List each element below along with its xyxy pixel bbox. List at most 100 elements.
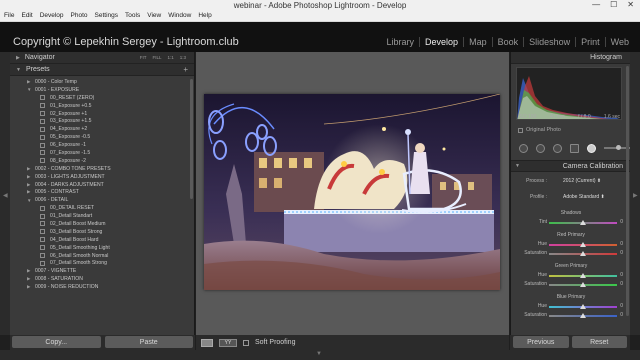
preset-folder[interactable]: ▶ 0002 - COMBO TONE PRESETS (10, 165, 194, 173)
minimize-button[interactable]: — (592, 0, 600, 9)
collapse-triangle-icon[interactable]: ▶ (27, 268, 32, 274)
menu-help[interactable]: Help (198, 12, 211, 19)
preset-item[interactable]: 02_Detail Boost Medium (10, 220, 194, 228)
preset-item[interactable]: 04_Detail Boost Hard (10, 236, 194, 244)
slider-track[interactable] (549, 220, 617, 225)
nav-option-1-1[interactable]: 1:1 (167, 55, 173, 60)
preset-folder[interactable]: ▼ 0001 - EXPOSURE (10, 86, 194, 94)
graduated-filter-tool-icon[interactable] (570, 143, 579, 153)
collapse-triangle-icon[interactable]: ▶ (27, 284, 32, 290)
presets-header[interactable]: ▼ Presets + (10, 64, 194, 76)
preset-item[interactable]: 08_Exposure -2 (10, 157, 194, 165)
module-map[interactable]: Map (463, 37, 492, 47)
menu-photo[interactable]: Photo (71, 12, 88, 19)
nav-option-1-3[interactable]: 1:3 (180, 55, 186, 60)
preset-item[interactable]: 03_Exposure +1.5 (10, 117, 194, 125)
preset-folder[interactable]: ▶ 0005 - CONTRAST (10, 188, 194, 196)
preset-item[interactable]: 01_Detail Standart (10, 212, 194, 220)
slider-value[interactable]: 0 (620, 312, 623, 318)
preset-scrollbar[interactable] (190, 79, 193, 199)
filmstrip-edge[interactable]: ▼ (0, 350, 640, 360)
preset-folder[interactable]: ▶ 0009 - NOISE REDUCTION (10, 283, 194, 291)
slider-track[interactable] (549, 273, 617, 278)
previous-button[interactable]: Previous (513, 336, 569, 348)
original-photo-checkbox[interactable] (518, 127, 523, 133)
menu-tools[interactable]: Tools (125, 12, 140, 19)
preset-item[interactable]: 02_Exposure +1 (10, 110, 194, 118)
preset-item[interactable]: 06_Detail Smooth Normal (10, 252, 194, 260)
process-select[interactable]: 2012 (Current) ⬍ (563, 178, 601, 184)
spot-removal-tool-icon[interactable] (536, 143, 545, 153)
preset-folder[interactable]: ▶ 0003 - LIGHTS ADJUSTMENT (10, 173, 194, 181)
slider-track[interactable] (549, 251, 617, 256)
module-library[interactable]: Library (382, 37, 420, 47)
left-panel-edge[interactable]: ◀ (0, 52, 10, 335)
navigator-header[interactable]: ▶ Navigator FIT FILL 1:1 1:3 (10, 52, 194, 64)
menu-develop[interactable]: Develop (40, 12, 64, 19)
right-panel-scrollbar[interactable] (626, 66, 629, 316)
slider-track[interactable] (549, 282, 617, 287)
preset-folder[interactable]: ▶ 0008 - SATURATION (10, 275, 194, 283)
soft-proofing-checkbox[interactable] (243, 339, 249, 346)
menu-edit[interactable]: Edit (21, 12, 32, 19)
collapse-triangle-icon[interactable]: ▶ (27, 174, 32, 180)
profile-select[interactable]: Adobe Standard ⬍ (563, 194, 605, 200)
right-panel-edge[interactable]: ▶ (630, 52, 640, 335)
preset-item[interactable]: 01_Exposure +0.5 (10, 102, 194, 110)
slider-knob[interactable] (580, 304, 586, 309)
nav-option-fit[interactable]: FIT (140, 55, 147, 60)
slider-knob[interactable] (580, 220, 586, 225)
red-eye-tool-icon[interactable] (553, 143, 562, 153)
slider-knob[interactable] (580, 313, 586, 318)
original-photo-toggle[interactable]: Original Photo (518, 127, 561, 133)
menu-window[interactable]: Window (168, 12, 191, 19)
module-develop[interactable]: Develop (419, 37, 463, 47)
collapse-triangle-icon[interactable]: ▶ (27, 166, 32, 172)
slider-value[interactable]: 0 (620, 272, 623, 278)
module-print[interactable]: Print (575, 37, 605, 47)
preset-item[interactable]: 05_Exposure -0.5 (10, 133, 194, 141)
slider-knob[interactable] (580, 273, 586, 278)
slider-track[interactable] (549, 313, 617, 318)
crop-tool-icon[interactable] (519, 143, 528, 153)
module-book[interactable]: Book (491, 37, 524, 47)
slider-knob[interactable] (580, 251, 586, 256)
reset-button[interactable]: Reset (571, 336, 627, 348)
camera-calibration-header[interactable]: ▼ Camera Calibration (511, 160, 630, 172)
loupe-view-icon[interactable] (201, 338, 213, 347)
collapse-left-arrow-icon[interactable]: ◀ (3, 192, 8, 199)
preset-folder[interactable]: ▶ 0000 - Color Temp (10, 78, 194, 86)
preset-item[interactable]: 06_Exposure -1 (10, 141, 194, 149)
preset-item[interactable]: 00_RESET (ZERO) (10, 94, 194, 102)
slider-value[interactable]: 0 (620, 250, 623, 256)
preset-item[interactable]: 04_Exposure +2 (10, 125, 194, 133)
menu-settings[interactable]: Settings (95, 12, 119, 19)
preset-item[interactable]: 03_Detail Boost Strong (10, 228, 194, 236)
preset-folder[interactable]: ▼ 0006 - DETAIL (10, 196, 194, 204)
collapse-triangle-icon[interactable]: ▶ (27, 189, 32, 195)
radial-filter-tool-icon[interactable] (587, 143, 596, 153)
preset-folder[interactable]: ▶ 0007 - VIGNETTE (10, 267, 194, 275)
preset-item[interactable]: 07_Exposure -1.5 (10, 149, 194, 157)
slider-value[interactable]: 0 (620, 303, 623, 309)
collapse-right-arrow-icon[interactable]: ▶ (633, 192, 638, 199)
module-web[interactable]: Web (604, 37, 634, 47)
preset-item[interactable]: 00_DETAIL RESET (10, 204, 194, 212)
close-button[interactable]: ✕ (627, 0, 634, 9)
preset-item[interactable]: 05_Detail Smoothing Light (10, 244, 194, 252)
slider-value[interactable]: 0 (620, 219, 623, 225)
menu-view[interactable]: View (147, 12, 161, 19)
photo-preview[interactable] (204, 94, 500, 290)
menu-file[interactable]: File (4, 12, 14, 19)
slider-value[interactable]: 0 (620, 281, 623, 287)
module-slideshow[interactable]: Slideshow (523, 37, 575, 47)
slider-value[interactable]: 0 (620, 241, 623, 247)
preset-item[interactable]: 07_Detail Smooth Strong (10, 259, 194, 267)
copy-button[interactable]: Copy... (12, 336, 101, 348)
collapse-triangle-icon[interactable]: ▶ (27, 182, 32, 188)
expand-triangle-icon[interactable]: ▼ (27, 87, 32, 92)
before-after-button[interactable]: YY (219, 338, 237, 347)
histogram-header[interactable]: Histogram (511, 52, 630, 64)
histogram-graph[interactable] (516, 67, 622, 120)
collapse-triangle-icon[interactable]: ▶ (27, 276, 32, 282)
